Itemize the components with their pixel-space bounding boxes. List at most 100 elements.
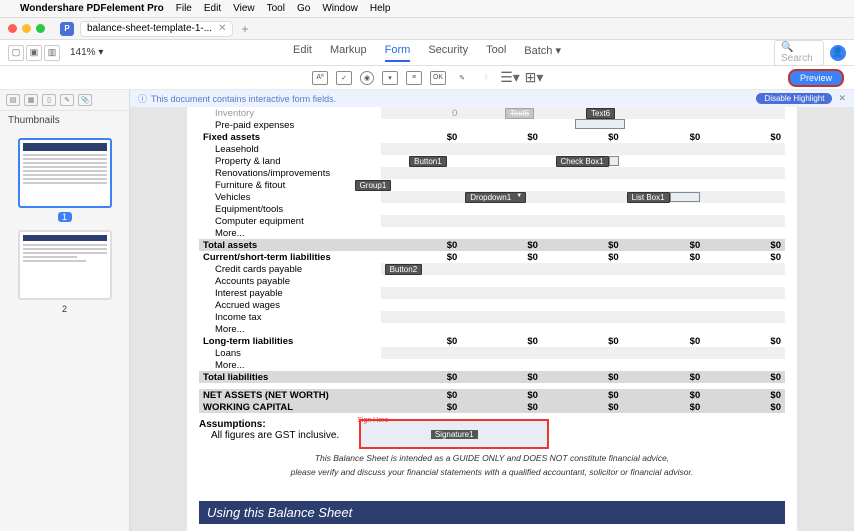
app-name[interactable]: Wondershare PDFelement Pro bbox=[20, 3, 164, 14]
group1-tag[interactable]: Group1 bbox=[355, 180, 392, 191]
row-property: Property & land bbox=[199, 155, 381, 167]
menu-tool[interactable]: Tool bbox=[267, 3, 285, 14]
user-avatar[interactable]: 👤 bbox=[830, 45, 846, 61]
row-credit: Credit cards payable bbox=[199, 263, 381, 275]
row-vehicles: Vehicles bbox=[199, 191, 381, 203]
balance-sheet-table: Inventory0 Pre-paid expenses Fixed asset… bbox=[199, 107, 785, 413]
row-netassets: NET ASSETS (NET WORTH) bbox=[199, 389, 381, 401]
tab-edit[interactable]: Edit bbox=[293, 44, 312, 62]
form-fields-banner: ⓘ This document contains interactive for… bbox=[130, 90, 854, 107]
thumb-num-1: 1 bbox=[58, 212, 72, 222]
row-accounts: Accounts payable bbox=[199, 275, 381, 287]
dropdown1-tag[interactable]: Dropdown1 bbox=[465, 192, 526, 203]
titlebar: P balance-sheet-template-1-... ✕ + bbox=[0, 18, 854, 40]
pdf-page: Inventory0 Pre-paid expenses Fixed asset… bbox=[187, 107, 797, 531]
text6-tag[interactable]: Text6 bbox=[586, 108, 615, 119]
menu-file[interactable]: File bbox=[176, 3, 192, 14]
row-computer: Computer equipment bbox=[199, 215, 381, 227]
search-placeholder: Search bbox=[781, 53, 813, 64]
two-page-icon[interactable]: ▥ bbox=[44, 45, 60, 61]
signature-icon[interactable]: ✎ bbox=[454, 71, 470, 85]
dropdown-icon[interactable]: ▾ bbox=[382, 71, 398, 85]
close-window-icon[interactable] bbox=[8, 24, 17, 33]
app-icon: P bbox=[60, 22, 74, 36]
document-viewport[interactable]: ⓘ This document contains interactive for… bbox=[130, 90, 854, 531]
search-input[interactable]: 🔍 Search bbox=[774, 40, 824, 66]
row-income: Income tax bbox=[199, 311, 381, 323]
text-field-icon[interactable]: Aª bbox=[312, 71, 328, 85]
listbox-icon[interactable]: ≡ bbox=[406, 71, 422, 85]
align-icon[interactable]: ☰▾ bbox=[502, 71, 518, 85]
checkbox-icon[interactable]: ✓ bbox=[336, 71, 352, 85]
signature1-tag: Signature1 bbox=[431, 430, 478, 439]
page-view-icon[interactable]: ▣ bbox=[26, 45, 42, 61]
row-accrued: Accrued wages bbox=[199, 299, 381, 311]
row-inventory: Inventory bbox=[199, 107, 381, 119]
row-more2: More... bbox=[199, 323, 381, 335]
button1-tag[interactable]: Button1 bbox=[409, 156, 447, 167]
radio-icon[interactable]: ◉ bbox=[360, 71, 374, 85]
row-longliab: Long-term liabilities bbox=[199, 335, 381, 347]
button2-tag[interactable]: Button2 bbox=[385, 264, 423, 275]
banner-text: This document contains interactive form … bbox=[151, 94, 336, 104]
menu-window[interactable]: Window bbox=[322, 3, 358, 14]
thumb-num-2: 2 bbox=[58, 304, 72, 314]
assumptions-text: All figures are GST inclusive. bbox=[199, 430, 339, 441]
sidebar-toggle-icon[interactable]: ▢ bbox=[8, 45, 24, 61]
menu-help[interactable]: Help bbox=[370, 3, 391, 14]
zoom-window-icon[interactable] bbox=[36, 24, 45, 33]
thumbnail-1[interactable]: 1 bbox=[18, 138, 112, 222]
listbox1-tag[interactable]: List Box1 bbox=[627, 192, 670, 203]
tab-batch[interactable]: Batch ▾ bbox=[524, 44, 561, 62]
signature-field[interactable]: Sign Here Signature1 bbox=[359, 419, 549, 449]
thumbnails-tab-icon[interactable]: ▤ bbox=[6, 94, 20, 106]
menu-view[interactable]: View bbox=[233, 3, 255, 14]
button-field-icon[interactable]: OK bbox=[430, 71, 446, 85]
separator: | bbox=[478, 71, 494, 85]
page2-heading: Using this Balance Sheet bbox=[199, 501, 785, 524]
document-tab[interactable]: balance-sheet-template-1-... ✕ bbox=[80, 21, 233, 37]
listbox1-field[interactable] bbox=[670, 192, 700, 202]
row-working: WORKING CAPITAL bbox=[199, 401, 381, 413]
zoom-level[interactable]: 141% ▾ bbox=[70, 47, 103, 58]
tab-tool[interactable]: Tool bbox=[486, 44, 506, 62]
info-icon: ⓘ bbox=[138, 92, 147, 105]
row-more1: More... bbox=[199, 227, 381, 239]
sidebar-title: Thumbnails bbox=[0, 111, 129, 130]
disclaimer-2: please verify and discuss your financial… bbox=[199, 467, 785, 477]
petty-cash-field-tag[interactable]: Text6 bbox=[505, 108, 534, 119]
close-tab-icon[interactable]: ✕ bbox=[218, 23, 226, 34]
mobile-tab-icon[interactable]: ▯ bbox=[42, 94, 56, 106]
tab-markup[interactable]: Markup bbox=[330, 44, 367, 62]
assumptions-heading: Assumptions: bbox=[199, 419, 339, 430]
thumbnail-2[interactable]: 2 bbox=[18, 230, 112, 314]
tab-label: balance-sheet-template-1-... bbox=[87, 23, 212, 34]
row-totassets: Total assets bbox=[199, 239, 381, 251]
row-furniture: Furniture & fitout bbox=[199, 179, 381, 191]
tab-security[interactable]: Security bbox=[428, 44, 468, 62]
row-interest: Interest payable bbox=[199, 287, 381, 299]
attachments-tab-icon[interactable]: 📎 bbox=[78, 94, 92, 106]
tab-form[interactable]: Form bbox=[385, 44, 411, 62]
menu-edit[interactable]: Edit bbox=[204, 3, 221, 14]
row-curliab: Current/short-term liabilities bbox=[199, 251, 381, 263]
checkbox1-field[interactable] bbox=[609, 156, 619, 166]
bookmarks-tab-icon[interactable]: ▦ bbox=[24, 94, 38, 106]
new-tab-button[interactable]: + bbox=[241, 22, 248, 36]
left-sidebar: ▤ ▦ ▯ ✎ 📎 Thumbnails 1 2 bbox=[0, 90, 130, 531]
comments-tab-icon[interactable]: ✎ bbox=[60, 94, 74, 106]
menu-go[interactable]: Go bbox=[297, 3, 310, 14]
mac-menubar: Wondershare PDFelement Pro File Edit Vie… bbox=[0, 0, 854, 18]
preview-button[interactable]: Preview bbox=[788, 69, 844, 87]
minimize-window-icon[interactable] bbox=[22, 24, 31, 33]
row-fixed: Fixed assets bbox=[199, 131, 381, 143]
banner-close-icon[interactable]: ✕ bbox=[838, 93, 846, 103]
disable-highlight-button[interactable]: Disable Highlight bbox=[756, 93, 832, 104]
more-tools-icon[interactable]: ⊞▾ bbox=[526, 71, 542, 85]
row-renov: Renovations/improvements bbox=[199, 167, 381, 179]
sign-here-pointer: Sign Here bbox=[357, 417, 388, 424]
checkbox1-tag[interactable]: Check Box1 bbox=[556, 156, 609, 167]
row-prepaid: Pre-paid expenses bbox=[199, 119, 381, 131]
row-loans: Loans bbox=[199, 347, 381, 359]
disclaimer-1: This Balance Sheet is intended as a GUID… bbox=[199, 453, 785, 463]
